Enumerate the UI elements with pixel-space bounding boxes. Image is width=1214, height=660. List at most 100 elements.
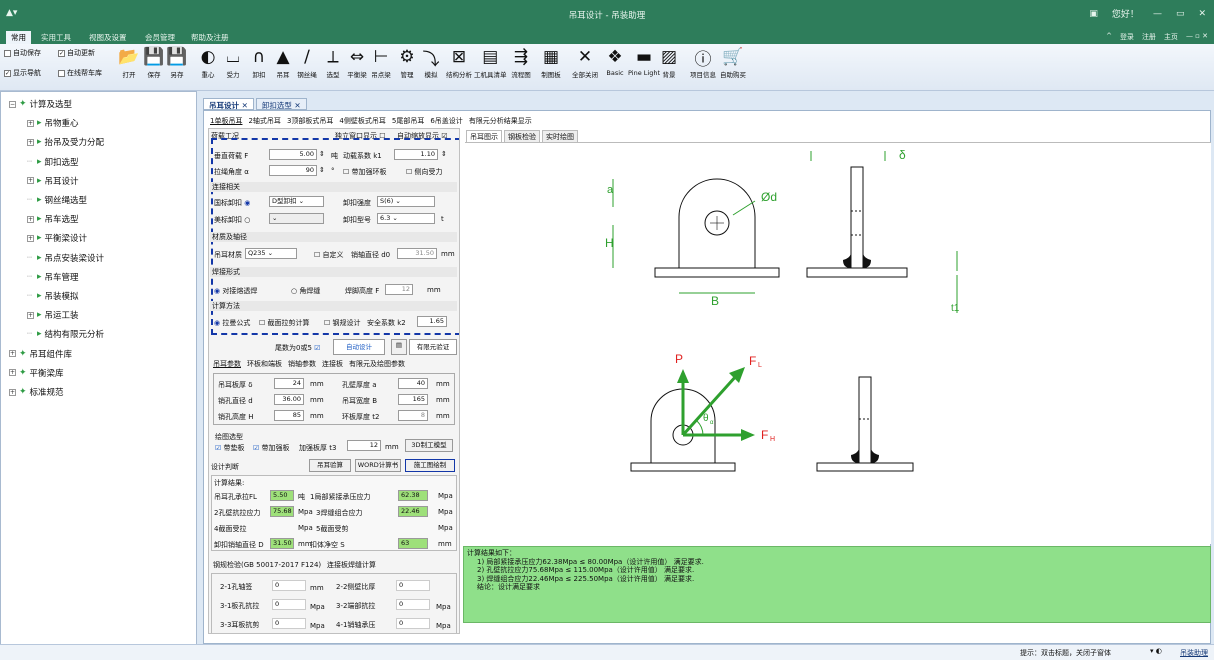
- param-input[interactable]: 85: [274, 410, 304, 421]
- user-icon[interactable]: ▣: [1089, 9, 1098, 19]
- butt-weld-radio[interactable]: ◉ 对接熔透焊: [214, 286, 257, 296]
- home-link[interactable]: 主页: [1164, 32, 1178, 42]
- ribbon-button-12[interactable]: ⤵ 模拟: [420, 46, 442, 80]
- menu-tools[interactable]: 实用工具: [36, 31, 76, 44]
- tree-item[interactable]: + ✦ 吊耳组件库: [9, 348, 72, 360]
- tree-toggle-icon[interactable]: +: [27, 138, 34, 146]
- help-link[interactable]: 吊装助理: [1180, 648, 1208, 658]
- dyn-spin[interactable]: ⇕: [441, 150, 447, 158]
- ribbon-button-4[interactable]: ⌴ 受力: [222, 46, 244, 79]
- pad-check[interactable]: ☑ 带垫板: [215, 443, 245, 453]
- angle-spin[interactable]: ⇕: [319, 166, 325, 174]
- gb-shackle-radio[interactable]: 国标卸扣 ◉: [214, 198, 250, 208]
- method-lame-radio[interactable]: ◉ 拉曼公式: [214, 318, 250, 328]
- ribbon-button-15[interactable]: ⇶ 流程图: [510, 46, 532, 79]
- ribbon-button-8[interactable]: ⟂ 选型: [322, 46, 344, 79]
- am-type-select[interactable]: ⌄: [269, 213, 324, 224]
- tree-item[interactable]: + ▸ 吊车选型: [27, 213, 79, 225]
- vertical-load-input[interactable]: 5.00: [269, 149, 317, 160]
- ribbon-button-5[interactable]: ∩ 卸扣: [248, 46, 270, 79]
- load-spin[interactable]: ⇕: [319, 150, 325, 158]
- sub-tab[interactable]: 4侧壁板式吊耳: [339, 116, 385, 126]
- sub-tab[interactable]: 有限元分析结果显示: [469, 116, 532, 126]
- register-link[interactable]: 注册: [1142, 32, 1156, 42]
- ribbon-button-22[interactable]: 🛒 自助购买: [720, 46, 746, 79]
- clipboard-icon[interactable]: ▤: [391, 339, 407, 355]
- tree-toggle-icon[interactable]: +: [9, 350, 16, 358]
- ribbon-button-0[interactable]: 📂 打开: [118, 46, 140, 79]
- tree-toggle-icon[interactable]: +: [27, 119, 34, 127]
- fillet-weld-radio[interactable]: ○ 角焊缝: [291, 286, 320, 296]
- param-input[interactable]: 24: [274, 378, 304, 389]
- close-button[interactable]: ✕: [1198, 9, 1206, 19]
- param-tab[interactable]: 吊耳参数: [213, 359, 241, 369]
- auto-design-button[interactable]: 自动设计: [333, 339, 385, 355]
- sub-tab[interactable]: 3顶部板式吊耳: [287, 116, 333, 126]
- sub-tab[interactable]: 5尾部吊耳: [392, 116, 424, 126]
- menu-member[interactable]: 会员管理: [140, 31, 180, 44]
- tree-item[interactable]: ┈ ▸ 吊点安装梁设计: [27, 252, 104, 264]
- pin-dia-input[interactable]: 31.50: [397, 248, 437, 259]
- sub-tab[interactable]: 6吊盖设计: [430, 116, 462, 126]
- ribbon-button-18[interactable]: ❖ Basic: [604, 46, 626, 77]
- tree-item[interactable]: + ▸ 吊耳设计: [27, 175, 79, 187]
- param-input[interactable]: 165: [398, 394, 428, 405]
- online-lib-check[interactable]: 在线帮车库: [58, 68, 102, 78]
- user-greeting[interactable]: 您好！: [1112, 7, 1139, 20]
- stiffener-check[interactable]: ☑ 带加强板: [253, 443, 290, 453]
- theme-icon[interactable]: ▾ ◐: [1150, 647, 1162, 655]
- ribbon-button-19[interactable]: ▬ Pine Light: [628, 46, 660, 77]
- tab-shackle[interactable]: 卸扣选型 ✕: [255, 98, 307, 110]
- tree-toggle-icon[interactable]: +: [27, 234, 34, 242]
- collapse-ribbon-icon[interactable]: ^: [1106, 32, 1112, 42]
- sub-tab[interactable]: 2轴式吊耳: [248, 116, 280, 126]
- ribbon-button-11[interactable]: ⚙ 管理: [396, 46, 418, 79]
- param-tab[interactable]: 环板和端板: [247, 359, 282, 369]
- ribbon-button-10[interactable]: ⊢ 吊点梁: [370, 46, 392, 79]
- param-tab[interactable]: 连接板: [322, 359, 343, 369]
- shackle-type-select[interactable]: D型卸扣 ⌄: [269, 196, 324, 207]
- tree-item[interactable]: ┈ ▸ 结构有限元分析: [27, 328, 104, 340]
- material-select[interactable]: Q235 ⌄: [245, 248, 297, 259]
- lug-check-button[interactable]: 吊耳验算: [309, 459, 351, 472]
- login-link[interactable]: 登录: [1120, 32, 1134, 42]
- ribbon-button-1[interactable]: 💾 保存: [143, 46, 165, 79]
- weld-calc-tab[interactable]: 连接板焊缝计算: [327, 560, 376, 570]
- ribbon-button-13[interactable]: ⊠ 结构分析: [446, 46, 472, 79]
- dyn-factor-input[interactable]: 1.10: [394, 149, 438, 160]
- maximize-button[interactable]: ▭: [1176, 9, 1185, 19]
- tree-toggle-icon[interactable]: +: [27, 311, 34, 319]
- tree-item[interactable]: + ✦ 平衡梁库: [9, 367, 64, 379]
- tree-toggle-icon[interactable]: +: [27, 215, 34, 223]
- param-tab[interactable]: 有限元及绘图参数: [349, 359, 405, 369]
- fea-verify-button[interactable]: 有限元验证: [409, 339, 457, 355]
- tail-check[interactable]: 尾数为0或5 ☑: [275, 343, 320, 353]
- param-tab[interactable]: 销轴参数: [288, 359, 316, 369]
- model-3d-button[interactable]: 3D制工模型: [405, 439, 453, 452]
- sub-tab[interactable]: 1单板吊耳: [210, 116, 242, 126]
- model-select[interactable]: 6.3 ⌄: [377, 213, 435, 224]
- ribbon-button-2[interactable]: 💾 另存: [166, 46, 188, 79]
- tree-item[interactable]: + ▸ 吊运工装: [27, 309, 79, 321]
- tree-item[interactable]: ┈ ▸ 吊车管理: [27, 271, 79, 283]
- autoupdate-check[interactable]: ✓ 自动更新: [58, 48, 95, 58]
- ribbon-button-21[interactable]: ⓘ 项目信息: [690, 46, 716, 80]
- param-input[interactable]: 36.00: [274, 394, 304, 405]
- ribbon-button-6[interactable]: ▲ 吊耳: [272, 46, 294, 79]
- tab-lug-design[interactable]: 吊耳设计 ✕: [203, 98, 254, 110]
- ribbon-button-17[interactable]: ✕ 全部关闭: [572, 46, 598, 79]
- ribbon-button-20[interactable]: ▨ 背景: [658, 46, 680, 79]
- tree-item[interactable]: + ▸ 吊物重心: [27, 117, 79, 129]
- menu-view[interactable]: 视图及设置: [84, 31, 132, 44]
- tree-item[interactable]: − ✦ 计算及选型: [9, 98, 72, 110]
- ribbon-button-7[interactable]: ∕ 钢丝绳: [296, 46, 318, 79]
- method-steel-check[interactable]: ☐ 钢规设计: [324, 318, 361, 328]
- stiff-ring-check[interactable]: ☐ 带加强环板: [343, 167, 387, 177]
- side-force-check[interactable]: ☐ 侧向受力: [406, 167, 443, 177]
- autosave-check[interactable]: 自动保存: [4, 48, 41, 58]
- param-input[interactable]: 8: [398, 410, 428, 421]
- tree-toggle-icon[interactable]: +: [9, 388, 16, 396]
- tree-toggle-icon[interactable]: +: [27, 177, 34, 185]
- param-input[interactable]: 40: [398, 378, 428, 389]
- strength-select[interactable]: S(6) ⌄: [377, 196, 435, 207]
